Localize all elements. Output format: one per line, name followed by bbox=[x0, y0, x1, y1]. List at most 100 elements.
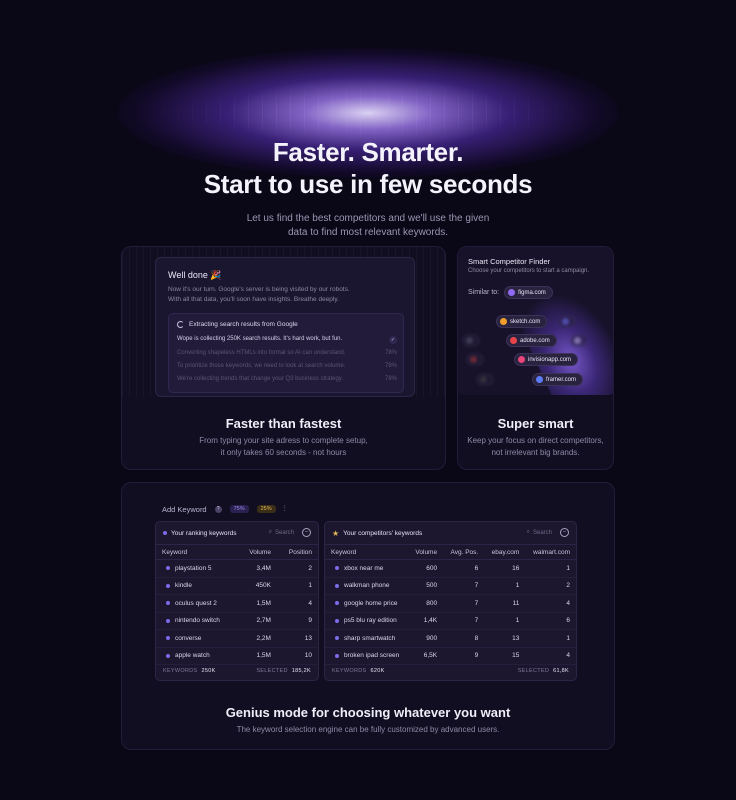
search-icon: ⌕ bbox=[526, 529, 530, 535]
footer-selected-value: 185,2K bbox=[291, 668, 311, 674]
competitor-label: invisionapp.com bbox=[528, 356, 572, 363]
competitor-chip-invision[interactable]: invisionapp.com bbox=[514, 353, 579, 366]
task-text: Wope is collecting 250K search results. … bbox=[177, 336, 343, 342]
bullet-icon bbox=[335, 653, 339, 658]
volume-cell: 2,7M bbox=[237, 612, 277, 630]
table-row[interactable]: walkman phone 500 7 1 2 bbox=[325, 577, 576, 595]
keyword-cell: google home price bbox=[325, 594, 409, 613]
hero-grid-decoration bbox=[150, 85, 586, 140]
table-row[interactable]: sharp smartwatch 900 8 13 1 bbox=[325, 629, 576, 648]
competitor-pos-cell: 16 bbox=[484, 559, 526, 578]
volume-cell: 450K bbox=[237, 577, 277, 595]
table-row[interactable]: converse 2,2M 13 bbox=[156, 629, 318, 648]
footer-keywords-value: 250K bbox=[201, 668, 216, 674]
keyword-cell: ps5 blu ray edition bbox=[325, 612, 409, 630]
volume-cell: 600 bbox=[408, 559, 444, 578]
column-header[interactable]: Avg. Pos. bbox=[443, 544, 485, 560]
volume-cell: 1,5M bbox=[237, 594, 277, 613]
table-row[interactable]: nintendo switch 2,7M 9 bbox=[156, 612, 318, 630]
keyword-text: walkman phone bbox=[344, 582, 390, 590]
card-description-line2: it only takes 60 seconds - not hours bbox=[220, 448, 347, 457]
task-row: Converting shapeless HTMLs into format s… bbox=[177, 350, 397, 356]
keyword-selector: Add Keyword ? 75% 25% ⫶ Your ranking key… bbox=[155, 491, 582, 681]
card-description-line2: not irrelevant big brands. bbox=[491, 448, 580, 457]
competitor-chip-faded bbox=[558, 315, 576, 328]
competitor-chip-faded bbox=[466, 353, 484, 366]
sliders-icon[interactable]: ⫶ bbox=[284, 504, 286, 514]
competitor-chip-adobe[interactable]: adobe.com bbox=[506, 334, 557, 347]
sketch-icon bbox=[500, 318, 507, 325]
keyword-toolbar: Add Keyword ? 75% 25% ⫶ bbox=[162, 504, 286, 514]
competitor-chip-sketch[interactable]: sketch.com bbox=[496, 315, 548, 328]
task-text: We're collecting trends that change your… bbox=[177, 376, 344, 382]
keyword-text: apple watch bbox=[175, 652, 210, 660]
footer-selected-value: 61,8K bbox=[553, 668, 569, 674]
bullet-icon bbox=[163, 531, 167, 535]
keyword-text: converse bbox=[175, 634, 202, 642]
finder-subtitle: Choose your competitors to start a campa… bbox=[468, 268, 590, 274]
split-tag-secondary[interactable]: 25% bbox=[256, 505, 276, 513]
position-cell: 4 bbox=[276, 594, 318, 613]
task-progress: 78% bbox=[384, 363, 397, 369]
adobe-icon bbox=[510, 337, 517, 344]
framer-icon bbox=[536, 376, 543, 383]
column-header[interactable]: Keyword bbox=[325, 544, 409, 560]
similar-site-chip[interactable]: figma.com bbox=[504, 286, 553, 299]
keyword-cell: walkman phone bbox=[325, 577, 409, 595]
search-icon: ⌕ bbox=[268, 529, 272, 535]
volume-cell: 1,4K bbox=[408, 612, 444, 630]
footer-selected-label: SELECTED bbox=[517, 668, 550, 674]
column-header[interactable]: Volume bbox=[408, 544, 444, 560]
column-header[interactable]: ebay.com bbox=[484, 544, 526, 560]
bullet-icon bbox=[166, 601, 170, 606]
feature-card-faster: Well done 🎉 Now it's our turn. Google's … bbox=[121, 246, 446, 470]
spinner-icon bbox=[177, 321, 184, 328]
progress-subtext-line1: Now it's our turn. Google's server is be… bbox=[168, 286, 350, 293]
site-icon bbox=[574, 337, 581, 344]
bullet-icon bbox=[166, 618, 170, 623]
column-header[interactable]: Position bbox=[276, 544, 318, 560]
table-row[interactable]: kindle 450K 1 bbox=[156, 577, 318, 595]
avg-pos-cell: 6 bbox=[443, 559, 485, 578]
competitor-chip-framer[interactable]: framer.com bbox=[532, 373, 584, 386]
keyword-text: xbox near me bbox=[344, 564, 384, 572]
column-header[interactable]: Keyword bbox=[156, 544, 238, 560]
keyword-text: oculus quest 2 bbox=[175, 599, 217, 607]
column-header[interactable]: walmart.com bbox=[525, 544, 576, 560]
star-icon: ★ bbox=[332, 528, 340, 538]
hero-subtitle: Let us find the best competitors and we'… bbox=[0, 212, 736, 240]
column-header[interactable]: Volume bbox=[237, 544, 277, 560]
more-options-icon[interactable]: – bbox=[560, 528, 569, 537]
keyword-cell: playstation 5 bbox=[156, 559, 238, 578]
check-icon: ✓ bbox=[389, 336, 397, 344]
table-row[interactable]: playstation 5 3,4M 2 bbox=[156, 559, 318, 578]
split-tag-primary[interactable]: 75% bbox=[229, 505, 249, 513]
volume-cell: 3,4M bbox=[237, 559, 277, 578]
panel-search[interactable]: ⌕ Search bbox=[269, 529, 294, 536]
ranking-keywords-panel: Your ranking keywords ⌕ Search – Keyword… bbox=[155, 521, 319, 681]
competitor-finder-panel: Smart Competitor Finder Choose your comp… bbox=[458, 247, 613, 395]
table-row[interactable]: google home price 800 7 11 4 bbox=[325, 594, 576, 613]
footer-selected: SELECTED 185,2K bbox=[256, 668, 311, 674]
panel-search[interactable]: ⌕ Search bbox=[527, 529, 552, 536]
table-row[interactable]: oculus quest 2 1,5M 4 bbox=[156, 594, 318, 613]
feature-card-genius: Add Keyword ? 75% 25% ⫶ Your ranking key… bbox=[121, 482, 615, 750]
competitor-pos-cell: 1 bbox=[484, 612, 526, 630]
site-icon bbox=[466, 337, 473, 344]
volume-cell: 900 bbox=[408, 629, 444, 648]
table-row[interactable]: ps5 blu ray edition 1,4K 7 1 6 bbox=[325, 612, 576, 630]
keyword-cell: sharp smartwatch bbox=[325, 629, 409, 648]
competitor-pos-cell: 1 bbox=[484, 577, 526, 595]
help-icon[interactable]: ? bbox=[214, 505, 222, 513]
keyword-text: sharp smartwatch bbox=[344, 634, 396, 642]
more-options-icon[interactable]: – bbox=[302, 528, 311, 537]
similar-label: Similar to: bbox=[468, 289, 500, 296]
footer-keywords: KEYWORDS 250K bbox=[163, 668, 216, 674]
add-keyword-label[interactable]: Add Keyword bbox=[162, 505, 207, 514]
table-row[interactable]: xbox near me 600 6 16 1 bbox=[325, 559, 576, 578]
task-title: Extracting search results from Google bbox=[189, 321, 298, 328]
competitor-pos-cell: 1 bbox=[525, 629, 576, 648]
keyword-text: ps5 blu ray edition bbox=[344, 617, 397, 625]
similar-site-label: figma.com bbox=[518, 289, 546, 296]
competitor-label: adobe.com bbox=[520, 337, 550, 344]
